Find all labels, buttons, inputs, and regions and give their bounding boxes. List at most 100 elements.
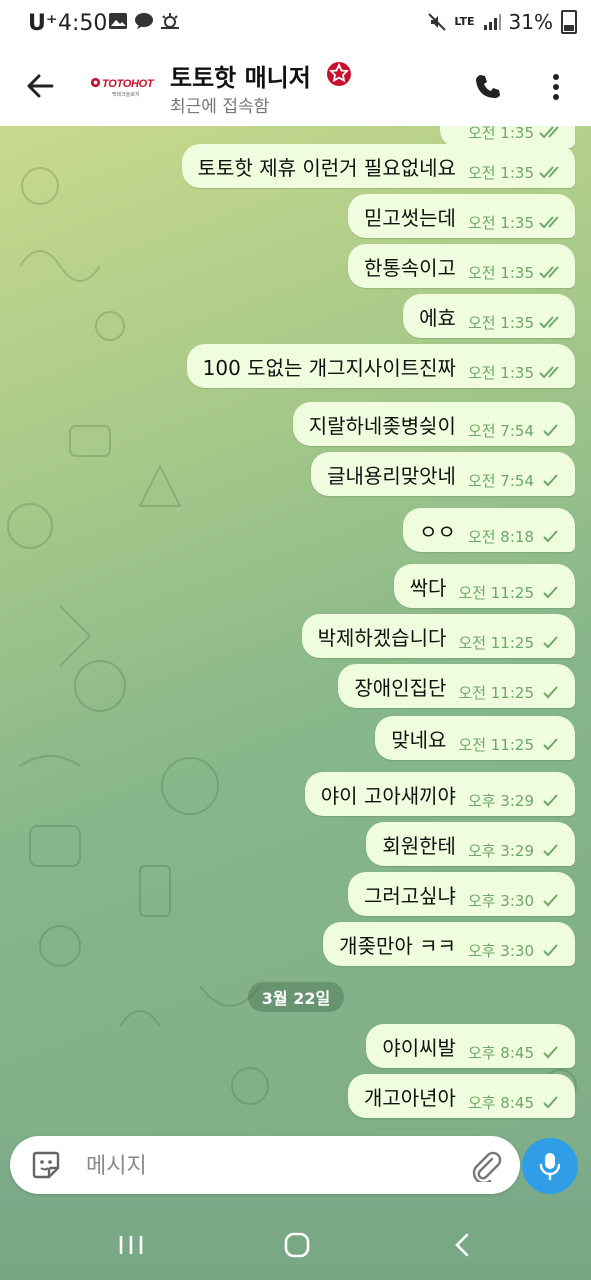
message-bubble[interactable]: 믿고썻는데 오전 1:35 xyxy=(347,194,575,238)
message-bubble[interactable]: 지랄하네좆병싖이 오전 7:54 xyxy=(292,402,575,446)
message-bubble[interactable]: 장애인집단 오전 11:25 xyxy=(338,664,575,708)
message-text: 지랄하네좆병싖이 xyxy=(308,413,456,438)
message-time: 오전 1:35 xyxy=(467,126,534,142)
chat-area[interactable]: 오전 1:35 토토핫 제휴 이런거 필요없네요 오전 1:35 믿고썻는데 오전 1:… xyxy=(0,126,591,1136)
message-time: 오후 3:29 xyxy=(467,841,534,860)
check-icon xyxy=(543,1046,558,1059)
message-composer xyxy=(10,1136,520,1196)
message-bubble[interactable]: 토토핫 제휴 이런거 필요없네요 오전 1:35 xyxy=(181,144,575,188)
mute-icon xyxy=(428,13,447,31)
verified-badge-icon xyxy=(327,62,351,86)
message-bubble[interactable]: 회원한테 오후 3:29 xyxy=(366,822,575,866)
phone-icon[interactable] xyxy=(473,72,503,102)
system-nav-bar xyxy=(0,1210,591,1280)
message-time: 오전 11:25 xyxy=(458,735,534,754)
message-text: 야이 고아새끼야 xyxy=(320,783,456,808)
check-icon xyxy=(543,894,558,907)
message-text: 장애인집단 xyxy=(354,675,447,700)
double-check-icon xyxy=(539,316,559,329)
message-bubble[interactable]: 개좆만아 ㅋㅋ 오후 3:30 xyxy=(323,922,575,966)
message-time: 오전 11:25 xyxy=(458,683,534,702)
message-text: 믿고썻는데 xyxy=(363,205,456,230)
double-check-icon xyxy=(539,216,559,229)
sticker-icon[interactable] xyxy=(30,1149,62,1181)
message-time: 오전 7:54 xyxy=(467,471,534,490)
message-time: 오전 1:35 xyxy=(467,263,534,282)
message-bubble[interactable]: 에효 오전 1:35 xyxy=(403,294,575,338)
battery-percent: 31% xyxy=(508,10,553,34)
message-time: 오전 11:25 xyxy=(458,583,534,602)
check-icon xyxy=(543,586,558,599)
chat-title[interactable]: 토토핫 매니저 xyxy=(170,58,311,93)
network-type: LTE xyxy=(454,15,475,28)
status-time: 4:50 xyxy=(58,11,108,36)
message-time: 오전 1:35 xyxy=(467,213,534,232)
arrow-left-icon[interactable] xyxy=(22,68,58,104)
message-input[interactable] xyxy=(84,1136,448,1196)
weather-icon xyxy=(161,13,179,29)
message-bubble[interactable]: 개고아년아 오후 8:45 xyxy=(347,1074,575,1118)
message-bubble[interactable]: 야이씨발 오후 8:45 xyxy=(366,1024,575,1068)
check-icon xyxy=(543,636,558,649)
check-icon xyxy=(543,530,558,543)
message-bubble[interactable]: 박제하겠습니다 오전 11:25 xyxy=(301,614,575,658)
message-time: 오전 1:35 xyxy=(467,363,534,382)
message-time: 오전 1:35 xyxy=(467,313,534,332)
message-text: 야이씨발 xyxy=(382,1035,456,1060)
message-bubble[interactable]: 맞네요 오전 11:25 xyxy=(375,716,575,760)
avatar[interactable]: TOTOHOT 백테크놀로지 xyxy=(90,74,160,100)
check-icon xyxy=(543,1096,558,1109)
message-bubble[interactable]: 100 도없는 개그지사이트진짜 오전 1:35 xyxy=(186,344,575,388)
check-icon xyxy=(543,738,558,751)
gallery-icon xyxy=(109,13,127,29)
message-bubble[interactable]: ㅇㅇ 오전 8:18 xyxy=(403,508,575,552)
message-text: 에효 xyxy=(419,305,456,330)
double-check-icon xyxy=(539,266,559,279)
paperclip-icon[interactable] xyxy=(468,1148,502,1182)
message-text: ㅇㅇ xyxy=(419,519,456,544)
message-bubble[interactable]: 싹다 오전 11:25 xyxy=(393,564,575,608)
logo-mark-icon xyxy=(90,77,101,88)
message-text: 한통속이고 xyxy=(363,255,456,280)
double-check-icon xyxy=(539,366,559,379)
last-seen-status: 최근에 접속함 xyxy=(170,97,270,117)
signal-icon xyxy=(483,14,501,30)
message-text: 싹다 xyxy=(409,575,447,600)
message-time: 오후 8:45 xyxy=(467,1093,534,1112)
message-text: 개좆만아 ㅋㅋ xyxy=(339,933,456,958)
message-time: 오후 3:30 xyxy=(467,891,534,910)
check-icon xyxy=(543,474,558,487)
carrier-label: U⁺ xyxy=(28,11,58,36)
home-icon[interactable] xyxy=(284,1232,310,1258)
date-separator: 3월 22일 xyxy=(248,982,344,1012)
message-text: 토토핫 제휴 이런거 필요없네요 xyxy=(197,155,456,180)
message-time: 오전 11:25 xyxy=(458,633,534,652)
chat-header: TOTOHOT 백테크놀로지 토토핫 매니저 최근에 접속함 xyxy=(0,46,591,127)
message-text: 그러고싶냐 xyxy=(363,883,456,908)
status-right: LTE 31% xyxy=(428,10,577,34)
check-icon xyxy=(543,794,558,807)
message-time: 오후 3:29 xyxy=(467,791,534,810)
message-text: 글내용리맞앗네 xyxy=(327,463,456,488)
logo-text: TOTOHOT xyxy=(102,78,154,90)
check-icon xyxy=(543,686,558,699)
recent-apps-icon[interactable] xyxy=(118,1234,144,1256)
logo-subtext: 백테크놀로지 xyxy=(112,92,140,98)
message-time: 오전 8:18 xyxy=(467,527,534,546)
message-time: 오전 1:35 xyxy=(467,163,534,182)
more-vert-icon[interactable] xyxy=(546,72,566,102)
nav-back-icon[interactable] xyxy=(452,1232,472,1258)
message-time: 오후 3:30 xyxy=(467,941,534,960)
microphone-icon xyxy=(539,1153,561,1181)
message-bubble[interactable]: 한통속이고 오전 1:35 xyxy=(347,244,575,288)
message-text: 박제하겠습니다 xyxy=(317,625,447,650)
talk-icon xyxy=(135,13,153,29)
message-bubble[interactable]: 글내용리맞앗네 오전 7:54 xyxy=(311,452,575,496)
message-text: 100 도없는 개그지사이트진짜 xyxy=(202,355,456,380)
message-bubble[interactable]: 야이 고아새끼야 오후 3:29 xyxy=(304,772,575,816)
microphone-button[interactable] xyxy=(522,1138,578,1194)
double-check-icon xyxy=(539,166,559,179)
double-check-icon xyxy=(539,126,559,139)
message-bubble[interactable]: 그러고싶냐 오후 3:30 xyxy=(347,872,575,916)
message-time: 오전 7:54 xyxy=(467,421,534,440)
